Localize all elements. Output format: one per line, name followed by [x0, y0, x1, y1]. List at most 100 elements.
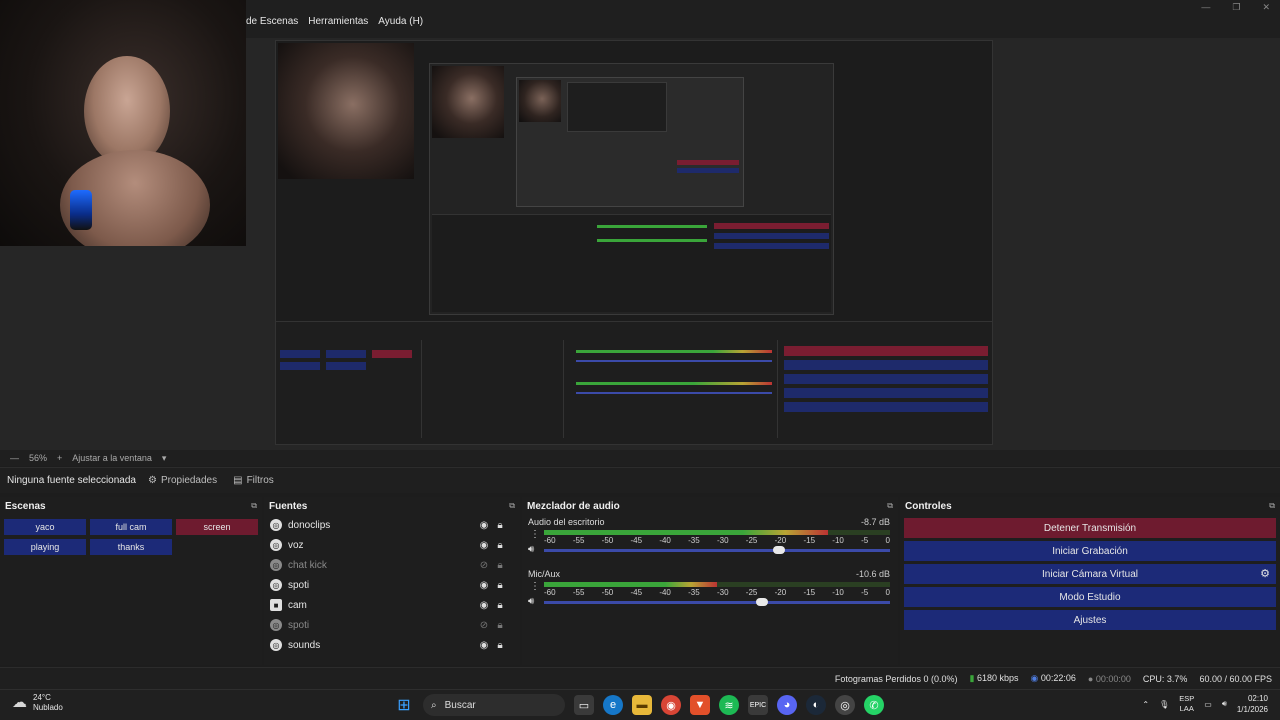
taskbar-search[interactable]: ⌕ Buscar [423, 694, 565, 716]
minimize-button[interactable]: — [1201, 2, 1210, 13]
eye-icon[interactable]: ◉ [476, 520, 492, 531]
channel-db: -10.6 dB [855, 569, 890, 579]
brave-icon[interactable]: ▼ [690, 695, 710, 715]
language-indicator[interactable]: ESP LAA [1179, 694, 1194, 714]
volume-slider[interactable] [544, 598, 890, 606]
meter-fill [544, 530, 828, 535]
undock-icon[interactable]: ⧉ [887, 501, 893, 511]
db-tick-label: -25 [745, 588, 758, 597]
eye-icon[interactable]: ◉ [476, 540, 492, 551]
source-row[interactable]: ◎ spoti ◉ 🔒︎ [264, 575, 520, 595]
fit-window-label[interactable]: Ajustar a la ventana [72, 453, 152, 463]
virtual-camera-button[interactable]: Iniciar Cámara Virtual ⚙ [904, 564, 1276, 584]
zoom-bar: — 56% + Ajustar a la ventana ▾ [0, 450, 1280, 466]
filters-button[interactable]: ▤ Filtros [225, 475, 282, 486]
zoom-minus[interactable]: — [10, 453, 19, 463]
db-tick-label: 0 [885, 588, 890, 597]
lock-icon[interactable]: 🔒︎ [492, 520, 508, 531]
kebab-menu-icon[interactable]: ⋮ [530, 581, 540, 592]
properties-button[interactable]: ⚙ Propiedades [140, 475, 225, 486]
scenes-title: Escenas [5, 500, 46, 512]
source-row[interactable]: ◎ donoclips ◉ 🔒︎ [264, 515, 520, 535]
channel-name: Audio del escritorio [528, 517, 605, 527]
obs-icon[interactable]: ◎ [835, 695, 855, 715]
db-tick-label: -60 [544, 536, 556, 545]
nested-scene-button [326, 362, 366, 370]
lock-icon[interactable]: 🔒︎ [492, 640, 508, 651]
eye-icon[interactable]: ◉ [476, 640, 492, 651]
menu-item-help[interactable]: Ayuda (H) [378, 16, 423, 27]
network-icon[interactable]: ▭ [1204, 700, 1212, 709]
weather-widget[interactable]: ☁ 24°C Nublado [12, 693, 63, 713]
scene-thanks[interactable]: thanks [90, 539, 172, 555]
db-tick-label: -10 [832, 588, 844, 597]
task-view-icon[interactable]: ▭ [574, 695, 594, 715]
eye-hidden-icon[interactable]: ⊘ [476, 620, 492, 631]
scene-screen[interactable]: screen [176, 519, 258, 535]
speaker-icon[interactable]: 🔊︎ [528, 596, 534, 607]
scene-yaco[interactable]: yaco [4, 519, 86, 535]
nested-control-button [784, 388, 988, 398]
settings-button[interactable]: Ajustes [904, 610, 1276, 630]
nested-webcam-image [519, 80, 561, 122]
eye-icon[interactable]: ◉ [476, 600, 492, 611]
discord-icon[interactable]: ◕ [777, 695, 797, 715]
lock-icon[interactable]: 🔒︎ [492, 540, 508, 551]
speaker-icon[interactable]: 🔊︎ [528, 544, 534, 555]
gear-icon[interactable]: ⚙ [1260, 567, 1270, 580]
source-row[interactable]: ◎ sounds ◉ 🔒︎ [264, 635, 520, 655]
edge-icon[interactable]: e [603, 695, 623, 715]
menu-item-scene-collection[interactable]: de Escenas [246, 16, 298, 27]
undock-icon[interactable]: ⧉ [251, 501, 257, 511]
zoom-plus[interactable]: + [57, 453, 62, 463]
volume-icon[interactable]: 🔊︎ [1222, 699, 1227, 709]
eye-hidden-icon[interactable]: ⊘ [476, 560, 492, 571]
windows-start-icon[interactable]: ⊞ [394, 695, 414, 715]
spotify-icon[interactable]: ≋ [719, 695, 739, 715]
nested-controls [780, 340, 992, 438]
undock-icon[interactable]: ⧉ [509, 501, 515, 511]
slider-knob[interactable] [755, 598, 768, 606]
nested-stop-button [714, 223, 829, 229]
file-explorer-icon[interactable]: ▬ [632, 695, 652, 715]
maximize-button[interactable]: ❐ [1232, 2, 1240, 13]
chevron-down-icon[interactable]: ▾ [162, 453, 167, 464]
lock-icon[interactable]: 🔒︎ [492, 560, 508, 571]
mixer-header: Mezclador de audio ⧉ [522, 497, 898, 515]
preview-canvas[interactable] [275, 40, 993, 445]
source-row[interactable]: ◎ spoti ⊘ 🔒︎ [264, 615, 520, 635]
eye-icon[interactable]: ◉ [476, 580, 492, 591]
scene-playing[interactable]: playing [4, 539, 86, 555]
bitrate: ▮ 6180 kbps [969, 673, 1018, 684]
nested-meter [576, 350, 772, 353]
epic-games-icon[interactable]: EPIC [748, 695, 768, 715]
steam-icon[interactable]: ◐ [806, 695, 826, 715]
source-row[interactable]: ◎ chat kick ⊘ 🔒︎ [264, 555, 520, 575]
chevron-up-icon[interactable]: ⌃ [1142, 700, 1149, 709]
slider-knob[interactable] [773, 546, 786, 554]
stop-stream-button[interactable]: Detener Transmisión [904, 518, 1276, 538]
clock[interactable]: 02:10 1/1/2026 [1237, 693, 1268, 715]
db-scale: -60 -55 -50 -45 -40 -35 -30 -25 -20 -15 -10 -5 0 [544, 588, 890, 597]
volume-slider[interactable] [544, 546, 890, 554]
microphone-icon[interactable]: 🎙︎ [1159, 700, 1169, 709]
menu-item-tools[interactable]: Herramientas [308, 16, 368, 27]
lang-bottom: LAA [1179, 704, 1194, 713]
start-recording-button[interactable]: Iniciar Grabación [904, 541, 1276, 561]
undock-icon[interactable]: ⧉ [1269, 501, 1275, 511]
properties-label: Propiedades [160, 475, 218, 486]
sources-header: Fuentes ⧉ [264, 497, 520, 515]
close-button[interactable]: ✕ [1262, 2, 1270, 13]
studio-mode-button[interactable]: Modo Estudio [904, 587, 1276, 607]
nested-preview-3 [567, 82, 667, 132]
nested-control-button [784, 374, 988, 384]
whatsapp-icon[interactable]: ✆ [864, 695, 884, 715]
kebab-menu-icon[interactable]: ⋮ [530, 529, 540, 540]
source-row[interactable]: ■ cam ◉ 🔒︎ [264, 595, 520, 615]
chrome-icon[interactable]: ◉ [661, 695, 681, 715]
lock-icon[interactable]: 🔒︎ [492, 580, 508, 591]
source-row[interactable]: ◎ voz ◉ 🔒︎ [264, 535, 520, 555]
scene-full-cam[interactable]: full cam [90, 519, 172, 535]
lock-icon[interactable]: 🔒︎ [492, 620, 508, 631]
lock-icon[interactable]: 🔒︎ [492, 600, 508, 611]
